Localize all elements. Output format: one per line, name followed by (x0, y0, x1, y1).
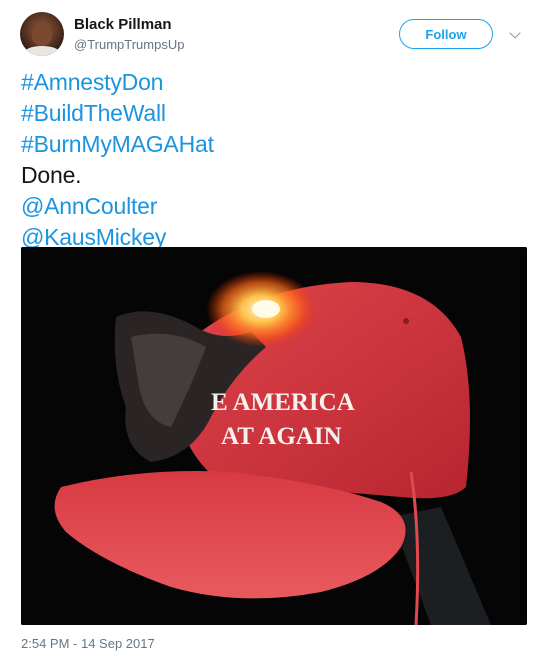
hashtag-link[interactable]: #BuildTheWall (21, 98, 214, 129)
tweet-photo[interactable]: E AMERICA AT AGAIN (21, 247, 527, 625)
author-name[interactable]: Black Pillman (74, 15, 184, 34)
author-handle[interactable]: @TrumpTrumpsUp (74, 36, 184, 54)
hashtag-link[interactable]: #BurnMyMAGAHat (21, 129, 214, 160)
tweet-card: Black Pillman @TrumpTrumpsUp Follow #Amn… (0, 0, 551, 661)
hat-text-line1: E AMERICA (211, 389, 355, 416)
avatar-face (32, 22, 52, 46)
hashtag-link[interactable]: #AmnestyDon (21, 67, 214, 98)
tweet-text: #AmnestyDon #BuildTheWall #BurnMyMAGAHat… (21, 67, 214, 253)
chevron-down-icon[interactable] (509, 27, 521, 39)
avatar-shirt (24, 46, 60, 56)
burning-hat-image: E AMERICA AT AGAIN (21, 247, 527, 625)
user-info[interactable]: Black Pillman @TrumpTrumpsUp (74, 15, 184, 54)
hat-text-line2: AT AGAIN (221, 423, 342, 450)
avatar[interactable] (20, 12, 64, 56)
mention-link[interactable]: @AnnCoulter (21, 191, 214, 222)
tweet-timestamp[interactable]: 2:54 PM - 14 Sep 2017 (21, 636, 155, 652)
tweet-plain-text: Done. (21, 162, 82, 188)
follow-button[interactable]: Follow (399, 19, 493, 49)
